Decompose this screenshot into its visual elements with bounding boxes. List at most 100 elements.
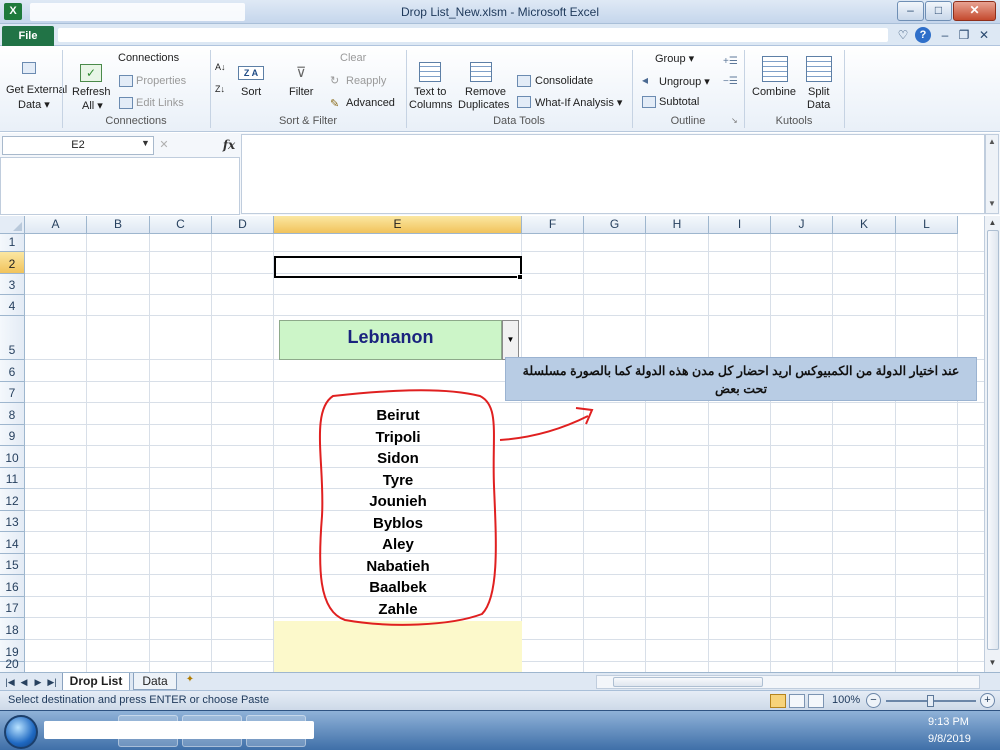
sort-button[interactable]: Sort bbox=[241, 86, 261, 98]
city-cell[interactable]: Sidon bbox=[274, 449, 522, 469]
formula-scroll-down-icon[interactable]: ▼ bbox=[987, 199, 997, 208]
refresh-all-button[interactable]: Refresh bbox=[72, 86, 111, 98]
show-detail-icon[interactable]: +☰ bbox=[723, 56, 738, 67]
connections-button[interactable]: Connections bbox=[118, 52, 179, 64]
previous-sheet-icon[interactable]: ◀ bbox=[18, 675, 30, 689]
row-header[interactable]: 15 bbox=[0, 554, 25, 575]
column-header[interactable]: G bbox=[584, 216, 646, 234]
help-icon[interactable]: ? bbox=[915, 27, 931, 43]
taskbar-item[interactable] bbox=[118, 715, 178, 747]
active-cell-e2[interactable] bbox=[274, 256, 522, 278]
row-header[interactable]: 11 bbox=[0, 468, 25, 489]
insert-function-icon[interactable]: fx bbox=[220, 135, 238, 155]
page-break-view-button[interactable] bbox=[808, 694, 824, 708]
combine-button[interactable]: Combine bbox=[752, 86, 796, 98]
filter-funnel-icon[interactable]: ⊽ bbox=[296, 64, 306, 81]
tab-file[interactable]: File bbox=[2, 26, 54, 46]
row-header[interactable]: 9 bbox=[0, 425, 25, 446]
workbook-close-icon[interactable]: ✕ bbox=[977, 27, 991, 43]
vertical-scroll-thumb[interactable] bbox=[987, 230, 999, 650]
column-header[interactable]: D bbox=[212, 216, 274, 234]
column-header[interactable]: F bbox=[522, 216, 584, 234]
city-cell[interactable]: Baalbek bbox=[274, 578, 522, 598]
worksheet-grid[interactable]: ABCDEFGHIJKL 1 2 3 4 5 6 7 8 9 10 11 12 13 14 15 16 17 18… bbox=[0, 216, 984, 672]
refresh-all-dropdown[interactable]: All ▾ bbox=[82, 99, 103, 112]
row-header[interactable]: 5 bbox=[0, 316, 25, 360]
row-header[interactable]: 12 bbox=[0, 489, 25, 511]
fill-handle[interactable] bbox=[517, 274, 523, 280]
column-header[interactable]: K bbox=[833, 216, 896, 234]
clear-button[interactable]: Clear bbox=[340, 52, 366, 64]
column-header[interactable]: B bbox=[87, 216, 150, 234]
workbook-minimize-icon[interactable]: – bbox=[938, 27, 952, 43]
tab-drop-list[interactable]: Drop List bbox=[62, 673, 130, 691]
annotation-text-box[interactable]: عند اختيار الدولة من الكمبيوكس اريد احضا… bbox=[505, 357, 977, 401]
refresh-all-icon[interactable]: ✓ bbox=[80, 64, 102, 82]
row-header[interactable]: 1 bbox=[0, 234, 25, 252]
row-header[interactable]: 4 bbox=[0, 295, 25, 316]
row-header[interactable]: 10 bbox=[0, 446, 25, 468]
normal-view-button[interactable] bbox=[770, 694, 786, 708]
tab-data[interactable]: Data bbox=[133, 673, 177, 690]
outline-launcher-icon[interactable]: ↘ bbox=[731, 116, 738, 125]
ungroup-button[interactable]: Ungroup ▾ bbox=[659, 75, 710, 88]
sort-dialog-icon[interactable]: Z A bbox=[238, 66, 264, 80]
row-header[interactable]: 18 bbox=[0, 618, 25, 640]
sort-za-icon[interactable]: Z↓ bbox=[215, 84, 225, 94]
row-header[interactable]: 6 bbox=[0, 360, 25, 382]
ribbon-minimize-icon[interactable]: ♡ bbox=[896, 27, 910, 43]
maximize-button[interactable]: □ bbox=[925, 1, 952, 21]
row-header[interactable]: 3 bbox=[0, 274, 25, 295]
close-button[interactable]: ✕ bbox=[953, 1, 996, 21]
workbook-restore-icon[interactable]: ❐ bbox=[957, 27, 971, 43]
city-cell[interactable]: Byblos bbox=[274, 514, 522, 534]
formula-scroll-up-icon[interactable]: ▲ bbox=[987, 137, 997, 146]
edit-links-button[interactable]: Edit Links bbox=[136, 97, 184, 109]
last-sheet-icon[interactable]: ▶| bbox=[46, 675, 58, 689]
city-cell[interactable]: Zahle bbox=[274, 600, 522, 620]
row-header[interactable]: 17 bbox=[0, 597, 25, 618]
row-header[interactable]: 7 bbox=[0, 382, 25, 403]
minimize-button[interactable]: – bbox=[897, 1, 924, 21]
taskbar-item[interactable] bbox=[182, 715, 242, 747]
city-cell[interactable]: Tyre bbox=[274, 471, 522, 491]
column-header[interactable]: A bbox=[25, 216, 87, 234]
group-button[interactable]: Group ▾ bbox=[655, 52, 694, 65]
column-header[interactable]: C bbox=[150, 216, 212, 234]
city-cell[interactable]: Beirut bbox=[274, 406, 522, 426]
row-header[interactable]: 8 bbox=[0, 403, 25, 425]
clock-date[interactable]: 9/8/2019 bbox=[928, 733, 971, 745]
split-data-button[interactable]: Split bbox=[808, 86, 829, 98]
city-cell[interactable]: Nabatieh bbox=[274, 557, 522, 577]
name-box[interactable]: E2 bbox=[2, 136, 154, 155]
horizontal-scrollbar[interactable] bbox=[596, 675, 980, 689]
column-header[interactable]: E bbox=[274, 216, 522, 234]
highlighted-cells-e18-e20[interactable] bbox=[274, 621, 522, 672]
advanced-button[interactable]: Advanced bbox=[346, 97, 395, 109]
city-cell[interactable]: Jounieh bbox=[274, 492, 522, 512]
zoom-in-button[interactable]: + bbox=[980, 693, 995, 708]
next-sheet-icon[interactable]: ▶ bbox=[32, 675, 44, 689]
text-to-columns-button[interactable]: Text to bbox=[414, 86, 446, 98]
row-header[interactable]: 2 bbox=[0, 252, 25, 274]
select-all-corner[interactable] bbox=[0, 216, 25, 234]
zoom-level[interactable]: 100% bbox=[832, 694, 860, 706]
vertical-scrollbar[interactable]: ▲ ▼ bbox=[984, 216, 1000, 672]
scroll-down-icon[interactable]: ▼ bbox=[986, 656, 999, 670]
reapply-button[interactable]: Reapply bbox=[346, 75, 386, 87]
row-header[interactable]: 20 bbox=[0, 657, 25, 672]
row-header[interactable]: 14 bbox=[0, 532, 25, 554]
column-header[interactable]: H bbox=[646, 216, 709, 234]
row-header[interactable]: 13 bbox=[0, 511, 25, 532]
scroll-up-icon[interactable]: ▲ bbox=[986, 216, 999, 230]
formula-input[interactable] bbox=[241, 134, 985, 214]
sort-az-icon[interactable]: A↓ bbox=[215, 62, 226, 72]
hide-detail-icon[interactable]: −☰ bbox=[723, 76, 738, 87]
zoom-slider-thumb[interactable] bbox=[927, 695, 934, 707]
properties-button[interactable]: Properties bbox=[136, 75, 186, 87]
formula-bar-scroll[interactable]: ▲ ▼ bbox=[985, 134, 999, 214]
column-header[interactable]: J bbox=[771, 216, 833, 234]
filter-button[interactable]: Filter bbox=[289, 86, 313, 98]
start-button[interactable] bbox=[4, 715, 38, 749]
row-header[interactable]: 16 bbox=[0, 575, 25, 597]
